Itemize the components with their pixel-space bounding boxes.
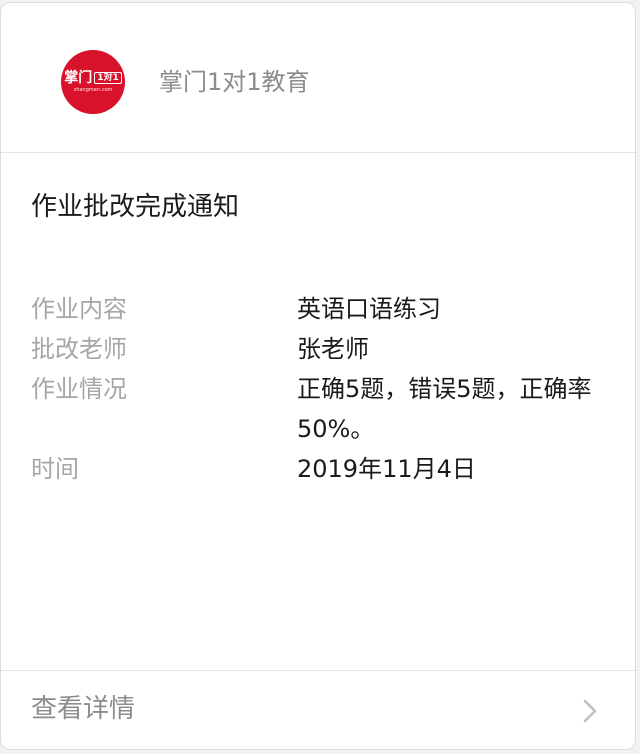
info-value: 2019年11月4日 (297, 455, 476, 483)
info-value: 正确5题，错误5题，正确率50%。 (297, 375, 592, 443)
notice-title: 作业批改完成通知 (31, 192, 240, 222)
logo-domain-text: zhangmen.com (73, 86, 113, 93)
logo-main-text: 掌门 (64, 69, 93, 86)
view-details-label: 查看详情 (31, 694, 136, 724)
chevron-right-icon (583, 699, 597, 723)
org-logo: 掌门 1对1 zhangmen.com (61, 50, 125, 114)
notification-card: 掌门 1对1 zhangmen.com 掌门1对1教育 作业批改完成通知 作业内… (0, 2, 636, 750)
info-value: 张老师 (297, 335, 369, 363)
info-label: 作业内容 (31, 295, 127, 323)
logo-wordmark: 掌门 1对1 (64, 71, 122, 85)
view-details-button[interactable]: 查看详情 (1, 670, 635, 749)
info-label: 批改老师 (31, 335, 127, 363)
logo-box-text: 1对1 (94, 71, 122, 84)
info-label: 作业情况 (31, 375, 127, 403)
card-header: 掌门 1对1 zhangmen.com 掌门1对1教育 (1, 3, 635, 153)
info-label: 时间 (31, 455, 79, 483)
org-name: 掌门1对1教育 (159, 68, 310, 96)
info-value: 英语口语练习 (297, 295, 441, 323)
